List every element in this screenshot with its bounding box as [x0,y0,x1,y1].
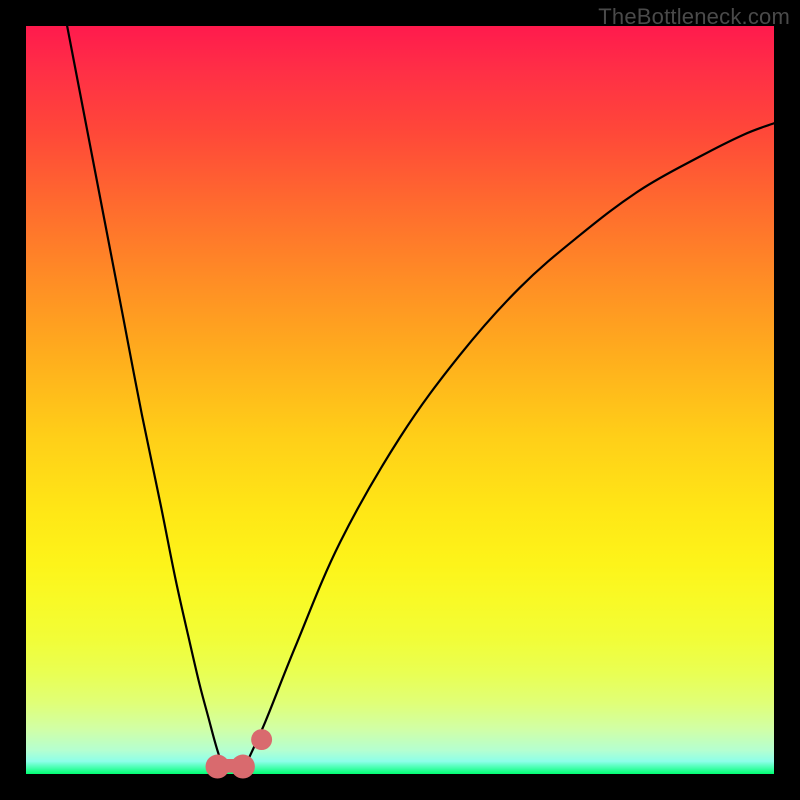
curve-right-branch [247,123,774,763]
trough-right-end [231,755,255,779]
chart-plot-area [26,26,774,774]
watermark-text: TheBottleneck.com [598,4,790,30]
chart-overlay [26,26,774,774]
dot-right [251,729,272,750]
curve-left-branch [67,26,222,763]
trough-left-end [206,755,230,779]
